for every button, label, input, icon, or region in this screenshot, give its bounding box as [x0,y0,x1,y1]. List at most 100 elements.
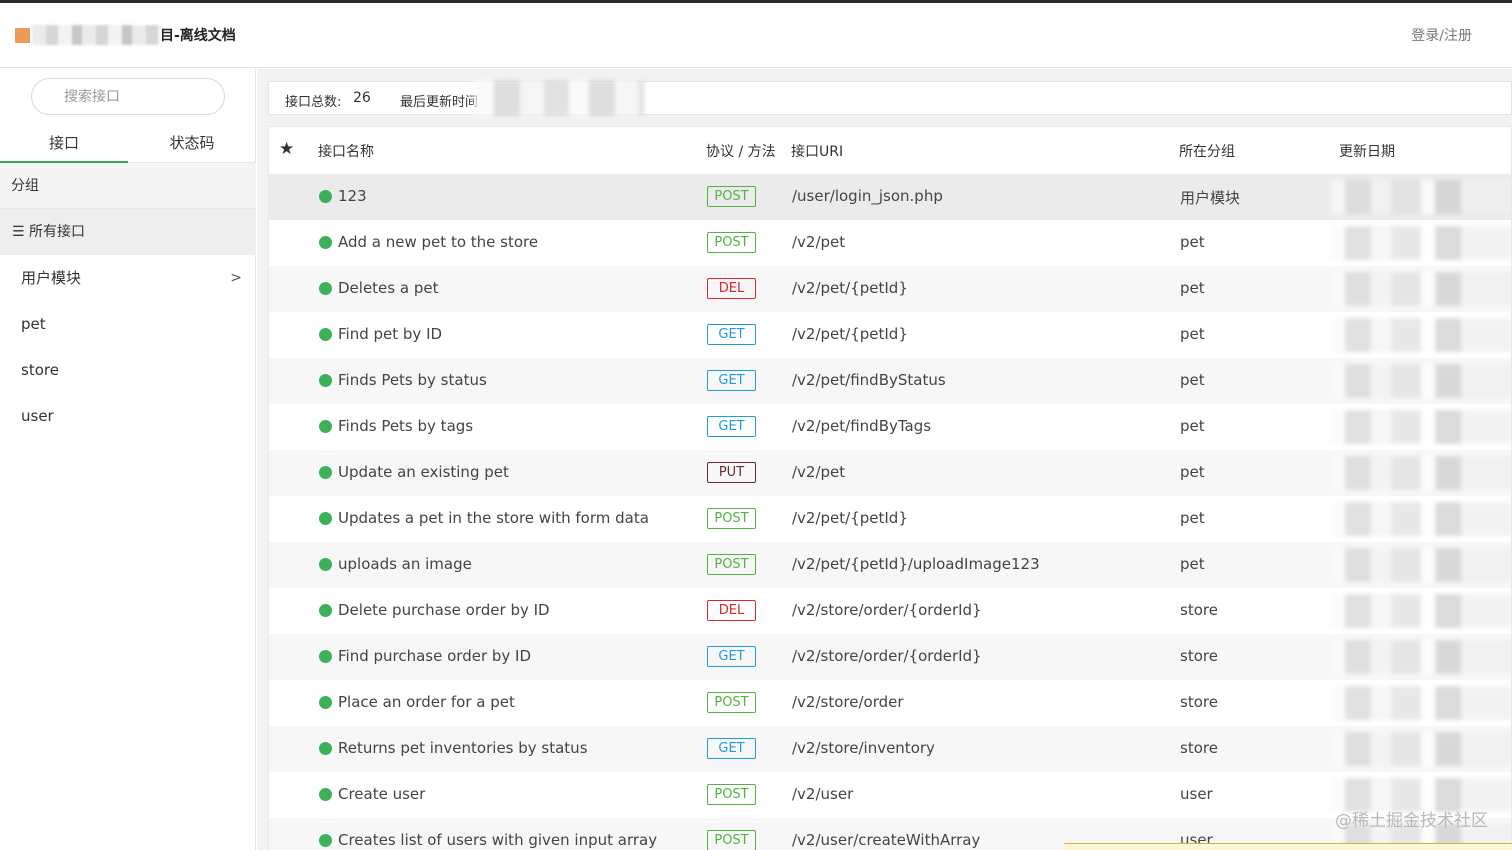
api-name[interactable]: Find purchase order by ID [338,647,531,665]
table-row[interactable]: Add a new pet to the store POST/v2/pet pet [269,220,1511,266]
api-group: store [1180,647,1218,665]
api-uri: /v2/pet/findByStatus [792,371,946,389]
table-row[interactable]: Update an existing pet PUT/v2/pet pet [269,450,1511,496]
column-header-group: 所在分组 [1179,144,1235,160]
api-name[interactable]: Finds Pets by tags [338,417,473,435]
api-group: store [1180,739,1218,757]
status-dot-icon [319,696,332,709]
api-name[interactable]: Update an existing pet [338,463,509,481]
sidebar-item-user[interactable]: user [0,393,256,439]
api-group: pet [1180,325,1205,343]
api-group: pet [1180,555,1205,573]
api-uri: /user/login_json.php [792,187,943,205]
page-title: 目-离线文档 [160,28,236,44]
api-name[interactable]: Updates a pet in the store with form dat… [338,509,649,527]
method-badge: PUT [707,462,756,483]
api-name[interactable]: uploads an image [338,555,472,573]
redacted-update-date [1331,180,1511,214]
table-row[interactable]: Deletes a pet DEL/v2/pet/{petId} pet [269,266,1511,312]
api-uri: /v2/pet/{petId}/uploadImage123 [792,555,1040,573]
api-name[interactable]: Finds Pets by status [338,371,487,389]
column-header-method: 协议 / 方法 [706,144,776,160]
tab-status-codes[interactable]: 状态码 [128,127,256,163]
status-dot-icon [319,236,332,249]
api-uri: /v2/user [792,785,854,803]
api-name[interactable]: Deletes a pet [338,279,438,297]
redacted-update-date [1331,410,1511,444]
api-name[interactable]: Find pet by ID [338,325,442,343]
table-row[interactable]: Finds Pets by status GET/v2/pet/findBySta… [269,358,1511,404]
api-name[interactable]: 123 [338,187,367,205]
sidebar: 接口 状态码 分组 ☰ 所有接口 用户模块 > pet store user [0,69,256,850]
status-dot-icon [319,512,332,525]
api-uri: /v2/pet [792,233,846,251]
table-row[interactable]: Updates a pet in the store with form dat… [269,496,1511,542]
api-uri: /v2/store/order [792,693,904,711]
api-name[interactable]: Place an order for a pet [338,693,515,711]
redacted-update-date [1331,502,1511,536]
method-badge: GET [707,416,756,437]
status-dot-icon [319,420,332,433]
stats-bar: 接口总数: 26 最后更新时间 [268,80,1512,116]
redacted-update-date [1331,640,1511,674]
login-register-link[interactable]: 登录/注册 [1411,25,1472,45]
api-group: pet [1180,463,1205,481]
sidebar-item-pet[interactable]: pet [0,301,256,347]
chevron-right-icon: > [230,270,242,286]
total-count: 26 [353,90,371,106]
table-row[interactable]: Find pet by ID GET/v2/pet/{petId} pet [269,312,1511,358]
star-icon[interactable]: ★ [279,139,294,159]
redacted-update-date [1331,318,1511,352]
api-uri: /v2/store/order/{orderId} [792,601,982,619]
redacted-update-date [1331,456,1511,490]
api-name[interactable]: Add a new pet to the store [338,233,538,251]
method-badge: POST [707,554,756,575]
method-badge: POST [707,692,756,713]
api-uri: /v2/user/createWithArray [792,831,981,849]
table-row[interactable]: Place an order for a pet POST/v2/store/or… [269,680,1511,726]
api-name[interactable]: Returns pet inventories by status [338,739,588,757]
api-group: store [1180,601,1218,619]
main-content: 接口总数: 26 最后更新时间 ★ 接口名称 协议 / 方法 接口URI 所在分… [257,69,1512,850]
sidebar-item-all-apis[interactable]: ☰ 所有接口 [0,209,256,255]
redacted-update-date [1331,364,1511,398]
status-dot-icon [319,374,332,387]
api-uri: /v2/pet/findByTags [792,417,932,435]
table-row[interactable]: uploads an image POST/v2/pet/{petId}/uplo… [269,542,1511,588]
status-dot-icon [319,834,332,847]
table-row[interactable]: 123 POST/user/login_json.php 用户模块 [269,174,1511,220]
status-dot-icon [319,466,332,479]
status-dot-icon [319,604,332,617]
column-header-date: 更新日期 [1339,144,1395,160]
sidebar-item-user-module[interactable]: 用户模块 > [0,255,256,301]
method-badge: DEL [707,600,756,621]
table-row[interactable]: Finds Pets by tags GET/v2/pet/findByTags p… [269,404,1511,450]
redacted-update-time [474,80,644,116]
status-dot-icon [319,558,332,571]
table-row[interactable]: Returns pet inventories by status GET/v2/… [269,726,1511,772]
tab-apis[interactable]: 接口 [0,127,128,163]
table-row[interactable]: Find purchase order by ID GET/v2/store/or… [269,634,1511,680]
sidebar-item-store[interactable]: store [0,347,256,393]
redacted-update-date [1331,594,1511,628]
search-input[interactable] [31,78,225,115]
sidebar-item-label: 用户模块 [21,269,82,287]
method-badge: POST [707,186,756,207]
method-badge: POST [707,784,756,805]
api-name[interactable]: Creates list of users with given input a… [338,831,657,849]
api-group: user [1180,785,1213,803]
method-badge: DEL [707,278,756,299]
api-uri: /v2/pet/{petId} [792,325,908,343]
sidebar-tabs: 接口 状态码 [0,127,256,163]
redacted-update-date [1331,548,1511,582]
sidebar-item-label: pet [21,315,46,333]
api-uri: /v2/store/inventory [792,739,935,757]
table-header: ★ 接口名称 协议 / 方法 接口URI 所在分组 更新日期 [269,127,1511,174]
api-name[interactable]: Create user [338,785,425,803]
sidebar-item-label: user [21,407,54,425]
logo-icon [15,28,30,43]
api-name[interactable]: Delete purchase order by ID [338,601,550,619]
total-label: 接口总数: [285,95,342,110]
table-row[interactable]: Delete purchase order by ID DEL/v2/store/… [269,588,1511,634]
table-row[interactable]: Create user POST/v2/user user [269,772,1511,818]
